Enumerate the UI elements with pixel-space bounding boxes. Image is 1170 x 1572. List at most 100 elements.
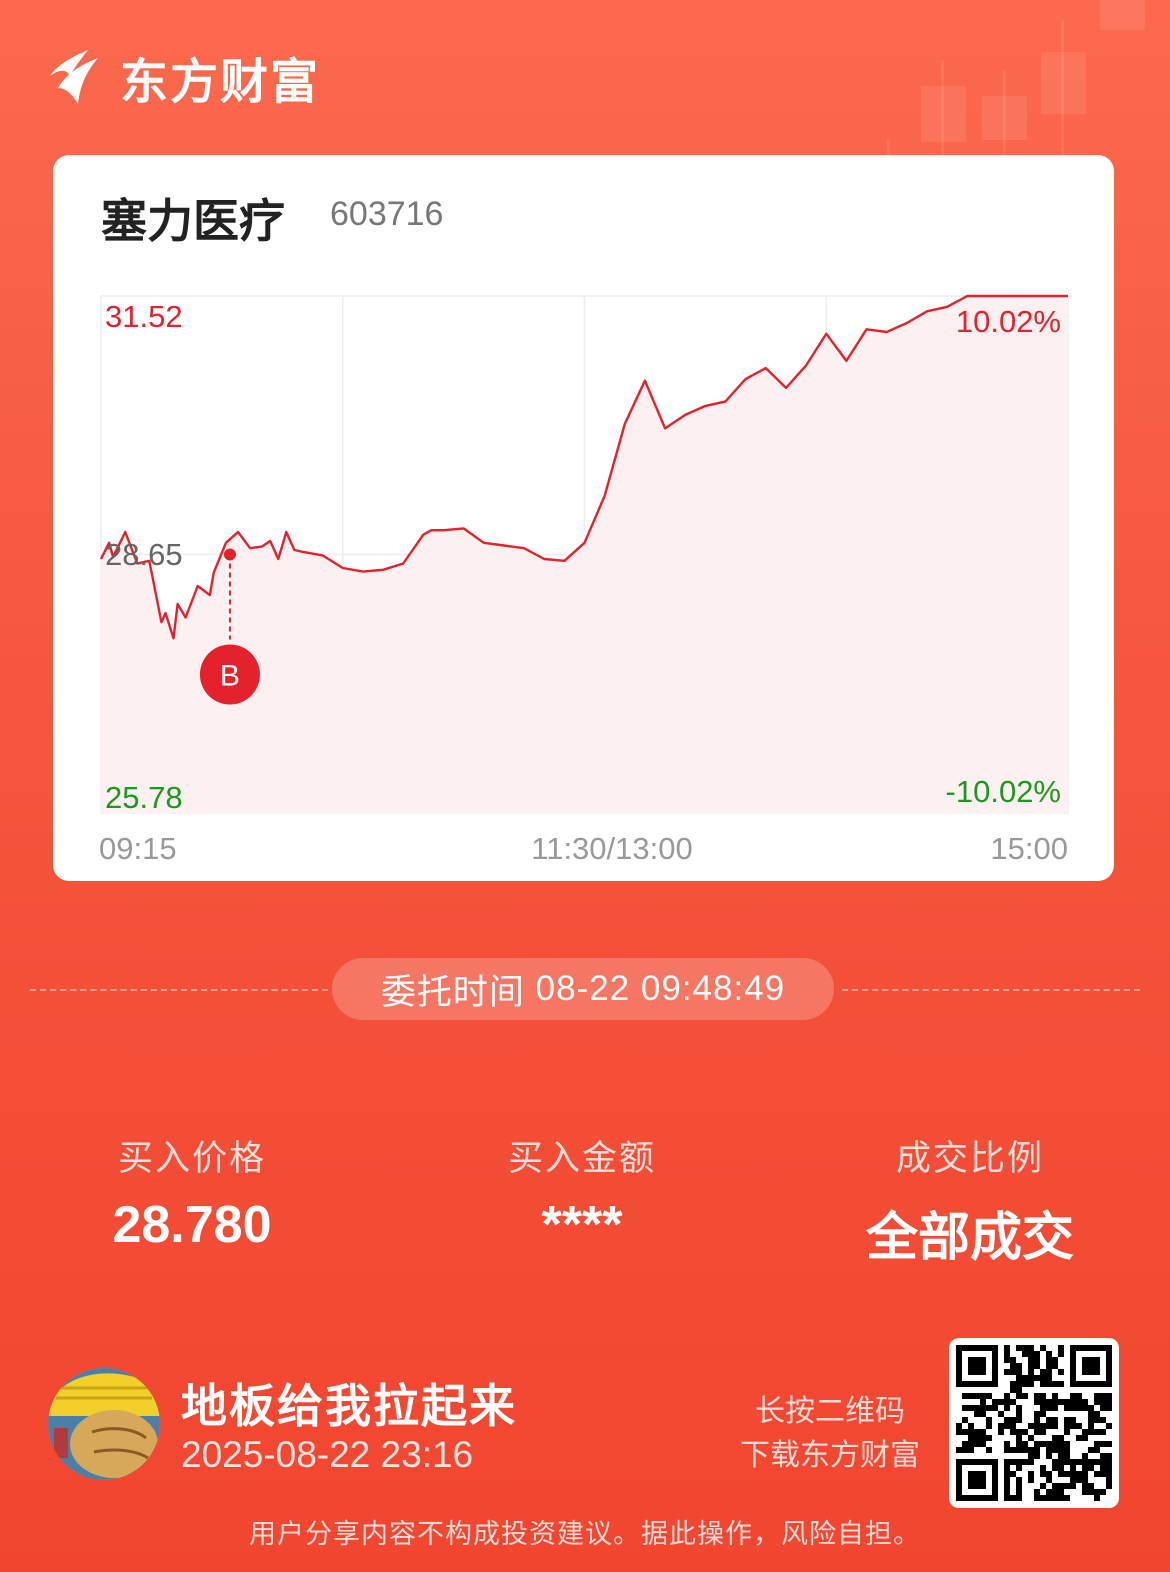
qr-module <box>1058 1435 1064 1441</box>
qr-module <box>1070 1459 1076 1465</box>
qr-module <box>1028 1447 1034 1453</box>
qr-module <box>1040 1399 1046 1405</box>
qr-module <box>1016 1405 1022 1411</box>
qr-module <box>1028 1363 1034 1369</box>
qr-module <box>1022 1375 1028 1381</box>
qr-module <box>1046 1357 1052 1363</box>
qr-module <box>1064 1453 1070 1459</box>
qr-module <box>1106 1465 1112 1471</box>
qr-module <box>1052 1489 1058 1495</box>
eastmoney-logo-icon <box>50 50 98 104</box>
brand-header: 东方财富 <box>44 42 320 112</box>
y-label-high: 31.52 <box>105 299 183 334</box>
qr-module <box>1010 1423 1016 1429</box>
qr-module <box>1070 1417 1076 1423</box>
qr-module <box>1046 1363 1052 1369</box>
qr-module <box>1040 1483 1046 1489</box>
qr-module <box>1004 1483 1010 1489</box>
qr-module <box>1088 1447 1094 1453</box>
qr-finder <box>968 1471 986 1489</box>
qr-module <box>1034 1393 1040 1399</box>
qr-module <box>1100 1399 1106 1405</box>
qr-module <box>1064 1483 1070 1489</box>
qr-module <box>1058 1459 1064 1465</box>
qr-module <box>1040 1411 1046 1417</box>
qr-module <box>1070 1465 1076 1471</box>
stat-value: 28.780 <box>112 1196 272 1254</box>
buy-marker-label: B <box>220 660 240 693</box>
pct-label-low: -10.02% <box>946 774 1061 809</box>
qr-module <box>1088 1405 1094 1411</box>
qr-module <box>980 1399 986 1405</box>
qr-module <box>1016 1381 1022 1387</box>
qr-module <box>1034 1495 1040 1501</box>
qr-module <box>1028 1381 1034 1387</box>
qr-module <box>956 1447 962 1453</box>
qr-module <box>1016 1393 1022 1399</box>
qr-module <box>1106 1453 1112 1459</box>
qr-module <box>1016 1417 1022 1423</box>
qr-module <box>1040 1381 1046 1387</box>
qr-module <box>974 1393 980 1399</box>
qr-module <box>974 1441 980 1447</box>
qr-module <box>1076 1393 1082 1399</box>
x-label-close: 15:00 <box>990 831 1068 866</box>
decor-candle <box>921 86 966 142</box>
qr-module <box>980 1411 986 1417</box>
qr-module <box>1064 1441 1070 1447</box>
qr-module <box>1100 1489 1106 1495</box>
qr-module <box>1058 1471 1064 1477</box>
qr-module <box>1004 1399 1010 1405</box>
qr-module <box>1052 1435 1058 1441</box>
qr-module <box>1046 1477 1052 1483</box>
qr-module <box>1010 1357 1016 1363</box>
qr-module <box>1040 1429 1046 1435</box>
qr-module <box>1052 1447 1058 1453</box>
qr-module <box>1010 1447 1016 1453</box>
qr-module <box>1094 1417 1100 1423</box>
qr-code[interactable] <box>949 1338 1119 1508</box>
qr-module <box>1046 1447 1052 1453</box>
qr-module <box>1070 1483 1076 1489</box>
qr-module <box>1076 1399 1082 1405</box>
qr-module <box>1052 1363 1058 1369</box>
stat-value: 全部成交 <box>865 1209 1074 1267</box>
qr-module <box>1034 1411 1040 1417</box>
qr-module <box>1034 1429 1040 1435</box>
qr-module <box>1082 1489 1088 1495</box>
qr-module <box>1016 1477 1022 1483</box>
qr-module <box>1010 1387 1016 1393</box>
qr-module <box>1064 1423 1070 1429</box>
qr-module <box>1028 1369 1034 1375</box>
qr-module <box>1094 1393 1100 1399</box>
qr-module <box>1094 1447 1100 1453</box>
qr-module <box>1016 1369 1022 1375</box>
qr-module <box>1094 1471 1100 1477</box>
qr-finder <box>968 1357 986 1375</box>
qr-module <box>1040 1471 1046 1477</box>
qr-module <box>962 1447 968 1453</box>
qr-module <box>1094 1429 1100 1435</box>
qr-module <box>1094 1459 1100 1465</box>
user-datetime: 2025-08-22 23:16 <box>181 1434 474 1475</box>
qr-module <box>1052 1465 1058 1471</box>
qr-module <box>962 1441 968 1447</box>
qr-module <box>1088 1429 1094 1435</box>
qr-module <box>1076 1477 1082 1483</box>
qr-module <box>1100 1441 1106 1447</box>
qr-module <box>1064 1471 1070 1477</box>
qr-module <box>1028 1375 1034 1381</box>
qr-module <box>1064 1405 1070 1411</box>
qr-module <box>1034 1441 1040 1447</box>
qr-module <box>1004 1357 1010 1363</box>
qr-module <box>1106 1459 1112 1465</box>
qr-module <box>962 1393 968 1399</box>
qr-module <box>1046 1369 1052 1375</box>
qr-module <box>1040 1393 1046 1399</box>
qr-module <box>1094 1399 1100 1405</box>
avatar[interactable] <box>48 1368 160 1480</box>
qr-module <box>1106 1483 1112 1489</box>
qr-finder <box>1082 1357 1100 1375</box>
qr-module <box>1052 1405 1058 1411</box>
qr-module <box>1028 1423 1034 1429</box>
